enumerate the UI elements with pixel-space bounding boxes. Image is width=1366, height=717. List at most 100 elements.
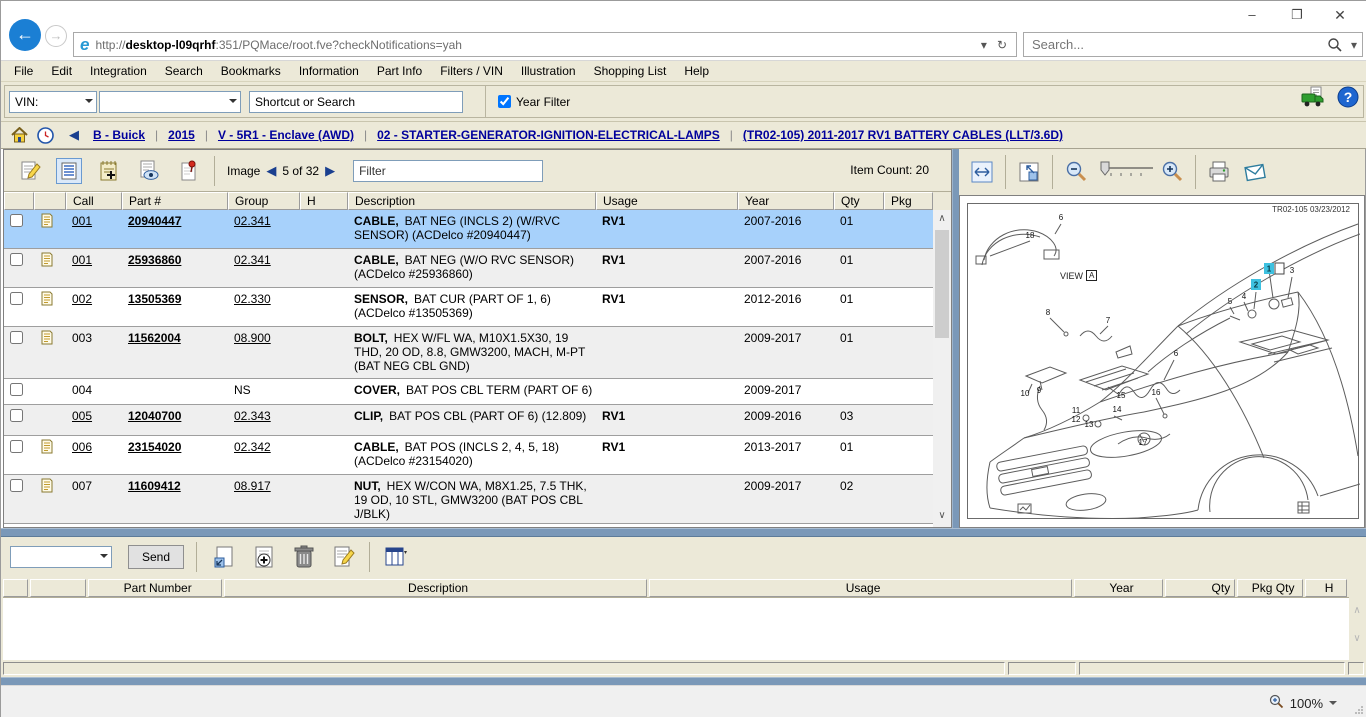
group-link[interactable]: 02.341 bbox=[228, 210, 300, 248]
note-icon[interactable] bbox=[34, 249, 66, 287]
menu-illustration[interactable]: Illustration bbox=[512, 61, 585, 81]
menu-bookmarks[interactable]: Bookmarks bbox=[212, 61, 290, 81]
group-link[interactable]: 08.900 bbox=[228, 327, 300, 378]
home-icon[interactable] bbox=[11, 127, 28, 143]
part-number-link[interactable]: 11562004 bbox=[122, 327, 228, 378]
menu-shopping-list[interactable]: Shopping List bbox=[585, 61, 676, 81]
breadcrumb-link-tr02-105-2011-2017-rv1-battery[interactable]: (TR02-105) 2011-2017 RV1 BATTERY CABLES … bbox=[743, 128, 1063, 142]
row-checkbox[interactable] bbox=[10, 440, 23, 453]
url-dropdown-caret-icon[interactable]: ▾ bbox=[976, 38, 992, 52]
previous-image-icon[interactable]: ◀ bbox=[260, 163, 282, 179]
menu-search[interactable]: Search bbox=[156, 61, 212, 81]
callout-7[interactable]: 7 bbox=[1106, 316, 1111, 325]
call-link[interactable]: 001 bbox=[66, 210, 122, 248]
pin-note-icon[interactable] bbox=[176, 158, 202, 184]
delete-trash-icon[interactable] bbox=[291, 544, 317, 570]
breadcrumb-link-v-5r1-enclave-awd[interactable]: V - 5R1 - Enclave (AWD) bbox=[218, 128, 354, 142]
table-row[interactable]: 0062315402002.342CABLE, BAT POS (INCLS 2… bbox=[4, 436, 933, 475]
callout-8[interactable]: 8 bbox=[1046, 308, 1051, 317]
call-link[interactable]: 005 bbox=[66, 405, 122, 435]
callout-11[interactable]: 11 bbox=[1072, 406, 1081, 415]
column-header-part[interactable]: Part # bbox=[122, 192, 228, 210]
menu-help[interactable]: Help bbox=[675, 61, 718, 81]
horizontal-splitter[interactable] bbox=[1, 528, 1366, 537]
table-row[interactable]: 0081529818302.480BRACKET, WRG HARN GND (… bbox=[4, 524, 933, 527]
callout-12[interactable]: 12 bbox=[1072, 415, 1081, 424]
list-view-icon[interactable] bbox=[56, 158, 82, 184]
shopping-column-header-blank[interactable] bbox=[30, 579, 86, 597]
year-filter-checkbox[interactable] bbox=[498, 95, 511, 108]
scroll-down-icon[interactable]: ∨ bbox=[933, 509, 951, 525]
callout-6[interactable]: 6 bbox=[1059, 213, 1064, 222]
fit-width-icon[interactable] bbox=[969, 159, 995, 185]
note-edit-icon[interactable] bbox=[331, 544, 357, 570]
table-row[interactable]: 0012094044702.341CABLE, BAT NEG (INCLS 2… bbox=[4, 210, 933, 249]
page-export-icon[interactable] bbox=[211, 544, 237, 570]
row-checkbox[interactable] bbox=[10, 292, 23, 305]
menu-filters-vin[interactable]: Filters / VIN bbox=[431, 61, 512, 81]
shopping-column-header-part-number[interactable]: Part Number bbox=[88, 579, 222, 597]
vin-type-select[interactable]: VIN: bbox=[9, 91, 97, 113]
vehicle-illustration[interactable]: 1868765439101516111213141712 bbox=[968, 204, 1360, 520]
scroll-up-icon[interactable]: ∧ bbox=[1349, 597, 1365, 625]
row-checkbox[interactable] bbox=[10, 479, 23, 492]
callout-4[interactable]: 4 bbox=[1242, 292, 1247, 301]
forward-button[interactable]: → bbox=[45, 25, 67, 47]
column-header-usage[interactable]: Usage bbox=[596, 192, 738, 210]
zoom-in-icon[interactable] bbox=[1159, 159, 1185, 185]
menu-edit[interactable]: Edit bbox=[42, 61, 81, 81]
part-number-link[interactable]: 15298183 bbox=[122, 524, 228, 527]
part-number-link[interactable]: 12040700 bbox=[122, 405, 228, 435]
resize-grip[interactable] bbox=[1355, 706, 1363, 714]
shopping-column-header-h[interactable]: H bbox=[1305, 579, 1347, 597]
table-row[interactable]: 0051204070002.343CLIP, BAT POS CBL (PART… bbox=[4, 405, 933, 436]
shopping-column-header-usage[interactable]: Usage bbox=[649, 579, 1072, 597]
shopping-column-header-description[interactable]: Description bbox=[224, 579, 647, 597]
menu-part-info[interactable]: Part Info bbox=[368, 61, 431, 81]
part-number-link[interactable]: 23154020 bbox=[122, 436, 228, 474]
vin-value-select[interactable] bbox=[99, 91, 241, 113]
column-header-blank[interactable] bbox=[4, 192, 34, 210]
callout-9[interactable]: 9 bbox=[1037, 386, 1042, 395]
group-link[interactable]: 02.330 bbox=[228, 288, 300, 326]
column-header-description[interactable]: Description bbox=[348, 192, 596, 210]
row-checkbox[interactable] bbox=[10, 409, 23, 422]
group-link[interactable]: 08.917 bbox=[228, 475, 300, 523]
parts-table-scrollbar[interactable]: ∧ ∨ bbox=[933, 210, 951, 527]
refresh-icon[interactable]: ↻ bbox=[992, 38, 1012, 52]
breadcrumb-back-icon[interactable]: ◀ bbox=[69, 127, 79, 143]
year-filter[interactable]: Year Filter bbox=[498, 95, 570, 109]
help-icon[interactable]: ? bbox=[1337, 86, 1359, 111]
browser-search-box[interactable]: ▾ bbox=[1023, 32, 1363, 57]
close-button[interactable]: ✕ bbox=[1325, 5, 1355, 25]
next-image-icon[interactable]: ▶ bbox=[319, 163, 341, 179]
print-icon[interactable] bbox=[1206, 159, 1232, 185]
highlighted-callout-2[interactable]: 2 bbox=[1254, 281, 1259, 290]
column-header-blank[interactable] bbox=[34, 192, 66, 210]
part-number-link[interactable]: 13505369 bbox=[122, 288, 228, 326]
email-icon[interactable] bbox=[1242, 159, 1268, 185]
note-icon[interactable] bbox=[34, 475, 66, 523]
shopping-column-header-year[interactable]: Year bbox=[1074, 579, 1164, 597]
preview-icon[interactable] bbox=[136, 158, 162, 184]
call-link[interactable]: 001 bbox=[66, 249, 122, 287]
menu-information[interactable]: Information bbox=[290, 61, 368, 81]
row-checkbox[interactable] bbox=[10, 331, 23, 344]
call-link[interactable]: 002 bbox=[66, 288, 122, 326]
table-columns-icon[interactable] bbox=[384, 544, 410, 570]
zoom-slider[interactable] bbox=[1097, 158, 1157, 187]
row-checkbox[interactable] bbox=[10, 253, 23, 266]
scrollbar-thumb[interactable] bbox=[935, 230, 949, 338]
delivery-truck-icon[interactable] bbox=[1301, 86, 1325, 111]
callout-17[interactable]: 17 bbox=[1139, 438, 1148, 447]
illustration-viewport[interactable]: TR02-105 03/23/2012 VIEW A bbox=[959, 195, 1365, 528]
column-header-pkg[interactable]: Pkg bbox=[884, 192, 933, 210]
zoom-caret-icon[interactable] bbox=[1329, 701, 1337, 709]
part-number-link[interactable]: 11609412 bbox=[122, 475, 228, 523]
callout-10[interactable]: 10 bbox=[1021, 389, 1030, 398]
group-link[interactable]: 02.341 bbox=[228, 249, 300, 287]
group-link[interactable]: 02.342 bbox=[228, 436, 300, 474]
column-header-group[interactable]: Group bbox=[228, 192, 300, 210]
maximize-button[interactable]: ❐ bbox=[1282, 5, 1312, 25]
scroll-up-icon[interactable]: ∧ bbox=[933, 212, 951, 228]
